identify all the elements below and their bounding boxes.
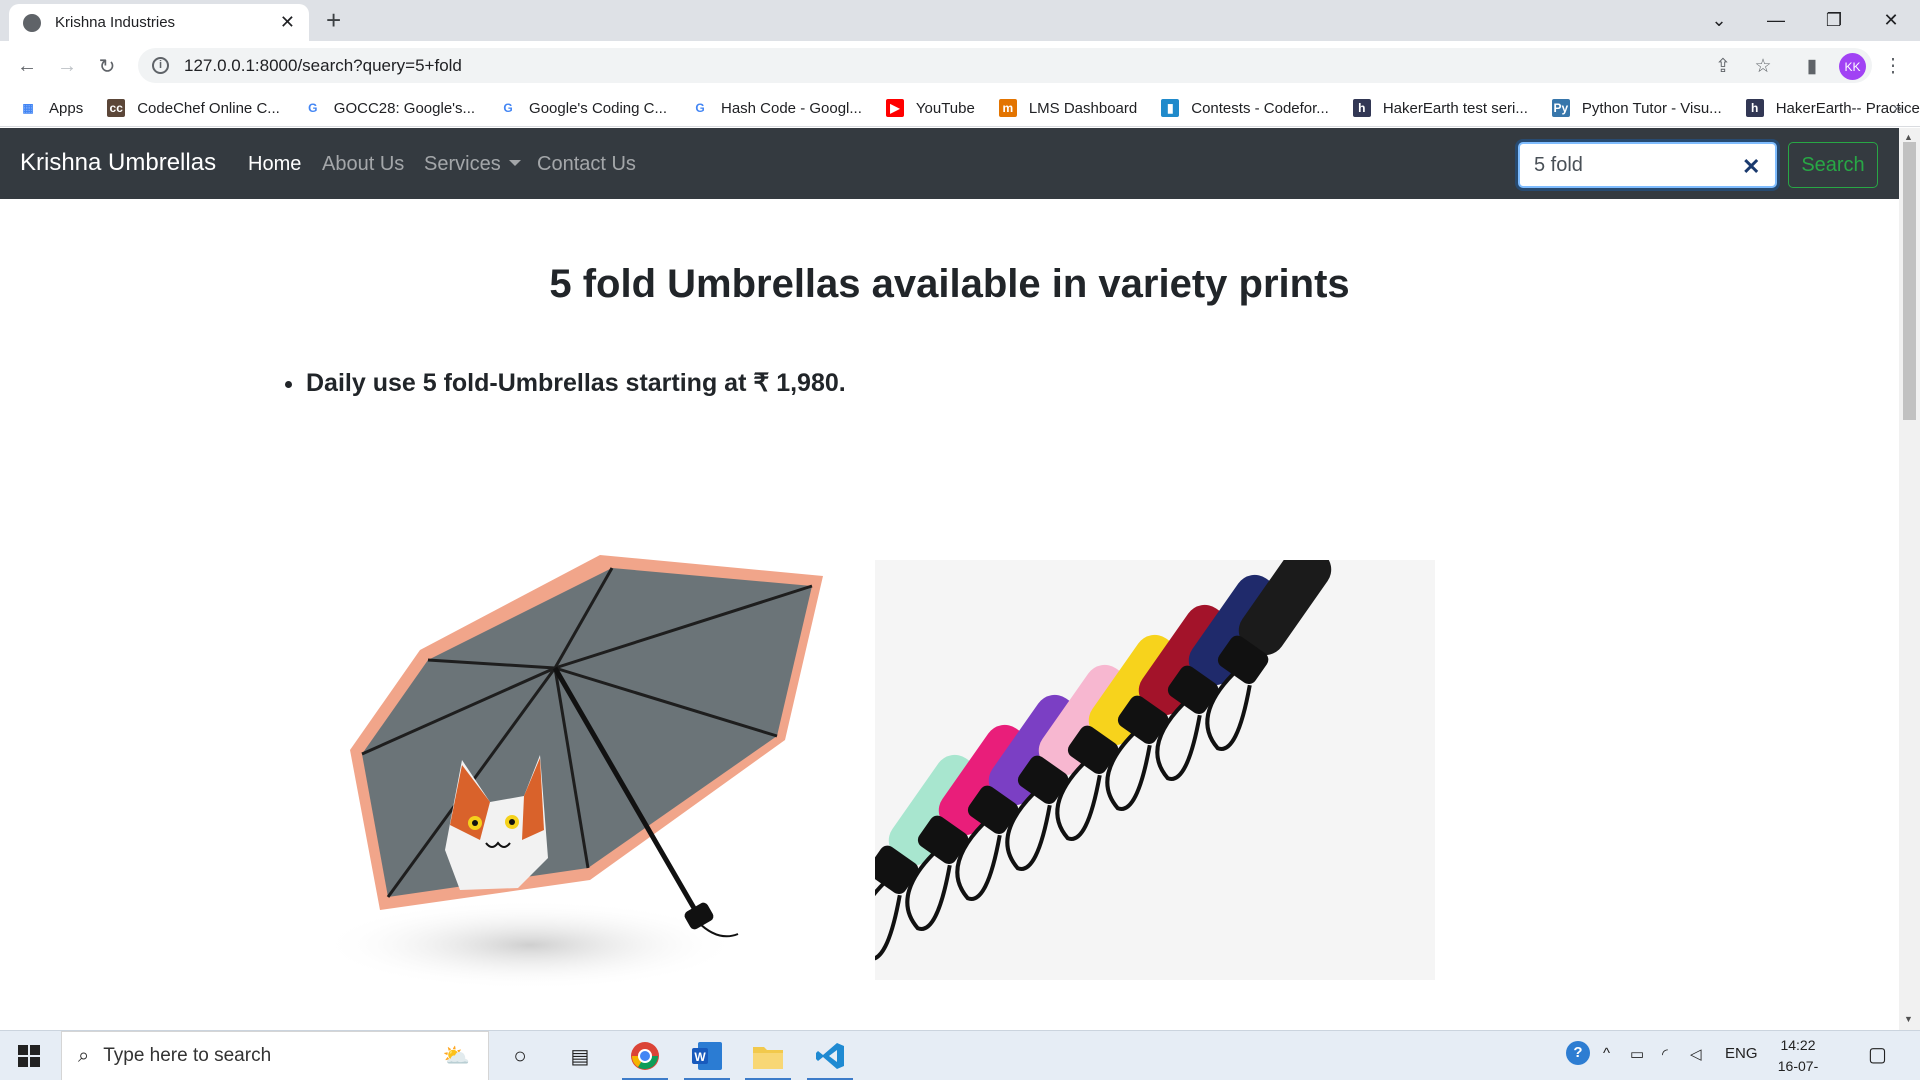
globe-icon [23, 13, 41, 32]
battery-icon[interactable]: ▭ [1630, 1045, 1644, 1063]
cortana-icon[interactable]: ○ [503, 1040, 537, 1072]
bookmark-label: LMS Dashboard [1028, 99, 1138, 117]
nav-services-label: Services [424, 153, 501, 175]
file-explorer-icon[interactable] [751, 1040, 785, 1072]
clock-date: 16-07-2022 [1777, 1058, 1819, 1080]
scroll-thumb[interactable] [1903, 142, 1916, 420]
nav-about[interactable]: About Us [322, 153, 404, 176]
search-icon: ⌕ [78, 1044, 90, 1067]
weather-widget-icon[interactable]: ⛅ [443, 1043, 470, 1069]
bookmark-label: YouTube [915, 99, 975, 117]
bookmark-item[interactable]: h HakerEarth test seri... [1352, 99, 1528, 117]
notifications-icon[interactable]: ▢ [1868, 1042, 1887, 1067]
codechef-icon: cc [107, 99, 126, 117]
bookmark-label: Hash Code - Googl... [720, 99, 862, 117]
chrome-taskbar-icon[interactable] [628, 1040, 662, 1072]
bookmark-label: Google's Coding C... [529, 99, 667, 117]
bookmark-star-icon[interactable]: ☆ [1750, 53, 1776, 79]
bookmark-item[interactable]: ▮ Contests - Codefor... [1161, 99, 1329, 117]
show-hidden-icons-chevron-icon[interactable]: ^ [1603, 1045, 1610, 1062]
python-icon: Py [1551, 99, 1570, 117]
tab-strip: Krishna Industries ✕ + ⌄ — ❐ ✕ [0, 0, 1920, 41]
bookmark-label: Apps [49, 99, 84, 117]
bookmark-item[interactable]: G Hash Code - Googl... [691, 99, 862, 117]
bookmarks-bar: ▦ Apps cc CodeChef Online C... G GOCC28: Goog… [0, 90, 1920, 127]
google-icon: G [695, 101, 705, 115]
menu-kebab-icon[interactable]: ⋮ [1880, 53, 1906, 79]
svg-text:W: W [694, 1050, 706, 1064]
bookmark-item[interactable]: Py Python Tutor - Visu... [1551, 99, 1722, 117]
bookmark-item[interactable]: m LMS Dashboard [998, 99, 1138, 117]
restore-button[interactable]: ❐ [1805, 0, 1863, 41]
clear-search-icon[interactable]: ✕ [1742, 154, 1760, 180]
browser-toolbar: ← → ↻ i 127.0.0.1:8000/search?query=5+fo… [0, 41, 1920, 90]
hackerearth-icon: h [1352, 99, 1371, 117]
bookmark-label: Python Tutor - Visu... [1581, 99, 1722, 117]
codeforces-icon: ▮ [1161, 99, 1180, 117]
browser-tab[interactable]: Krishna Industries ✕ [9, 4, 309, 41]
bookmark-item[interactable]: ▶ YouTube [885, 99, 975, 117]
offer-item: Daily use 5 fold-Umbrellas starting at ₹… [306, 368, 846, 398]
task-view-icon[interactable]: ▤ [563, 1040, 597, 1072]
volume-icon[interactable]: ◁ [1690, 1045, 1702, 1063]
bookmark-label: Contests - Codefor... [1191, 99, 1329, 117]
apps-grid-icon: ▦ [22, 101, 34, 115]
windows-start-icon[interactable] [18, 1045, 40, 1067]
help-icon[interactable]: ? [1566, 1041, 1590, 1065]
share-icon[interactable]: ⇪ [1710, 53, 1736, 79]
bookmark-label: GOCC28: Google's... [333, 99, 476, 117]
page-scrollbar[interactable]: ▲ ▼ [1899, 128, 1920, 1030]
site-navbar: Krishna Umbrellas Home About Us Services… [0, 128, 1899, 199]
reload-button[interactable]: ↻ [92, 51, 122, 81]
forward-button[interactable]: → [52, 51, 82, 81]
dropdown-caret-icon [508, 160, 521, 166]
taskbar-search-box[interactable]: ⌕ Type here to search ⛅ [61, 1031, 489, 1080]
site-brand[interactable]: Krishna Umbrellas [20, 149, 216, 177]
address-bar[interactable]: i 127.0.0.1:8000/search?query=5+fold [138, 48, 1872, 83]
google-icon: G [308, 101, 318, 115]
hackerearth-icon: h [1745, 99, 1764, 117]
nav-home[interactable]: Home [248, 153, 301, 176]
bookmark-item[interactable]: ▦ Apps [19, 99, 83, 117]
nav-contact[interactable]: Contact Us [537, 153, 636, 176]
page-title: 5 fold Umbrellas available in variety pr… [549, 262, 1350, 306]
back-button[interactable]: ← [12, 51, 42, 81]
minimize-button[interactable]: — [1747, 0, 1805, 41]
taskbar-search-placeholder: Type here to search [103, 1045, 272, 1066]
address-url: 127.0.0.1:8000/search?query=5+fold [184, 55, 462, 75]
colorful-folded-umbrellas-image [875, 560, 1435, 980]
nav-services[interactable]: Services [424, 153, 521, 176]
close-window-button[interactable]: ✕ [1862, 0, 1920, 41]
bookmark-item[interactable]: G GOCC28: Google's... [304, 99, 475, 117]
site-info-icon[interactable]: i [152, 57, 169, 74]
system-clock[interactable]: 14:22 16-07-2022 [1763, 1035, 1833, 1080]
vscode-taskbar-icon[interactable] [813, 1040, 847, 1072]
close-tab-icon[interactable]: ✕ [280, 12, 295, 33]
search-input[interactable] [1518, 142, 1777, 188]
tab-title: Krishna Industries [55, 14, 176, 31]
lms-icon: m [998, 99, 1017, 117]
cat-print-umbrella-image [330, 555, 823, 990]
bookmark-label: HakerEarth test seri... [1382, 99, 1528, 117]
new-tab-button[interactable]: + [326, 6, 341, 34]
wifi-icon[interactable]: ◜ [1662, 1045, 1668, 1063]
bookmark-item[interactable]: G Google's Coding C... [499, 99, 667, 117]
scroll-down-icon[interactable]: ▼ [1904, 1014, 1913, 1024]
language-indicator[interactable]: ENG [1725, 1045, 1758, 1062]
search-button[interactable]: Search [1788, 142, 1878, 188]
google-icon: G [503, 101, 513, 115]
windows-taskbar: ⌕ Type here to search ⛅ ○ ▤ W ? ^ ▭ ◜ ◁ … [0, 1030, 1920, 1080]
side-panel-icon[interactable]: ▮ [1799, 53, 1825, 79]
word-taskbar-icon[interactable]: W [690, 1040, 724, 1072]
scroll-up-icon[interactable]: ▲ [1904, 132, 1913, 142]
tab-search-chevron-icon[interactable]: ⌄ [1690, 0, 1748, 41]
profile-avatar[interactable]: KK [1839, 53, 1866, 80]
more-bookmarks-icon[interactable]: » [1893, 98, 1902, 118]
offer-list: Daily use 5 fold-Umbrellas starting at ₹… [284, 368, 846, 398]
bookmark-item[interactable]: cc CodeChef Online C... [107, 99, 280, 117]
bookmark-label: CodeChef Online C... [137, 99, 280, 117]
clock-time: 14:22 [1780, 1037, 1816, 1053]
youtube-icon: ▶ [885, 99, 904, 117]
